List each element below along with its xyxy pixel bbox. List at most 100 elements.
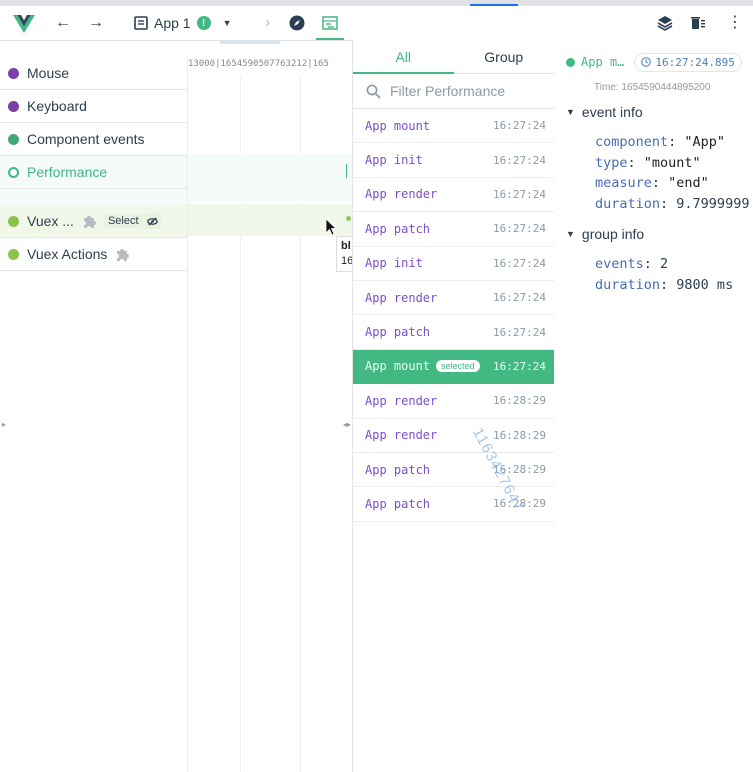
group-info-toggle[interactable]: ▼ group info (566, 222, 753, 246)
layer-color-dot (8, 215, 19, 227)
kv-key: type (595, 154, 628, 171)
layer-select-button[interactable]: Select (103, 214, 143, 228)
layer-label: Performance (27, 164, 108, 180)
selected-badge: selected (436, 360, 480, 373)
layer-mouse[interactable]: Mouse (0, 57, 187, 90)
event-row[interactable]: App mount 16:27:24 (353, 109, 554, 144)
event-time: 16:27:24 (493, 291, 546, 305)
event-row[interactable]: App render 16:28:29 (353, 384, 554, 419)
event-time: 16:27:24 (493, 325, 546, 339)
split-handle-icon[interactable]: ◂▸ (343, 420, 351, 429)
layer-color-dot (8, 133, 19, 145)
layer-component-events[interactable]: Component events (0, 123, 187, 156)
tab-group[interactable]: Group (454, 40, 555, 73)
layer-performance[interactable]: Performance (0, 156, 187, 189)
event-label: App render (365, 187, 438, 202)
plugin-puzzle-icon (83, 216, 96, 228)
event-time: 16:27:24 (493, 222, 546, 236)
tooltip-title: bl (341, 240, 351, 252)
search-icon (366, 84, 381, 99)
timeline-ruler: 13000|1654590507763212|165 (188, 59, 329, 69)
layers-icon[interactable] (657, 15, 673, 31)
inspector-color-dot (566, 57, 575, 67)
inspector-time-line: Time: 1654590444895200 (594, 82, 711, 93)
eye-off-icon[interactable] (144, 213, 161, 229)
event-label: App patch (365, 462, 431, 477)
clear-trash-icon[interactable] (690, 15, 706, 31)
caret-down-icon: ▼ (222, 18, 232, 28)
event-row[interactable]: App init 16:27:24 (353, 247, 554, 281)
event-time: 16:28:29 (493, 463, 546, 477)
more-vertical-icon[interactable]: ⋮ (727, 6, 743, 40)
filter-input[interactable] (390, 83, 540, 99)
event-row-selected[interactable]: App mount selected 16:27:24 (353, 349, 554, 385)
event-label: App render (365, 428, 438, 443)
layer-color-dot (8, 248, 19, 260)
section-title: group info (581, 226, 645, 242)
event-row[interactable]: App patch 16:27:24 (353, 315, 554, 350)
kv-duration: duration: 9.7999999 (595, 195, 750, 212)
clock-icon (641, 57, 652, 67)
timeline-tab-indicator (316, 38, 344, 40)
app-warning-badge: ! (196, 16, 211, 30)
event-label: App render (365, 393, 438, 408)
compass-icon[interactable] (289, 15, 305, 31)
kv-type: type: "mount" (595, 154, 701, 171)
event-label-group: App mount selected (365, 359, 480, 373)
time-chip[interactable]: 16:27:24.895 (634, 52, 742, 72)
event-row[interactable]: App render 16:27:24 (353, 178, 554, 213)
kv-events: events: 2 (595, 256, 669, 272)
event-row[interactable]: App init 16:27:24 (353, 143, 554, 178)
event-row[interactable]: App patch 16:27:24 (353, 212, 554, 247)
layer-label: Keyboard (27, 98, 87, 114)
group-info-section: ▼ group info events: 2 duration: 9800 ms (554, 222, 753, 295)
event-info-toggle[interactable]: ▼ event info (566, 100, 753, 124)
kv-measure: measure: "end" (595, 175, 709, 191)
event-label: App patch (365, 496, 431, 511)
devtools-toolbar: ← → App 1 ! ▼ › ⋮ (0, 6, 753, 41)
triangle-down-icon: ▼ (566, 107, 575, 117)
layer-vuex-mutations[interactable]: Vuex ... Select (0, 205, 187, 238)
collapse-left-icon[interactable]: ▸ (2, 420, 6, 429)
app-selector[interactable]: App 1 ! ▼ (134, 6, 232, 40)
event-row[interactable]: App patch 16:28:29 (353, 487, 554, 522)
timeline-layers-list: Mouse Keyboard Component events Performa… (0, 57, 187, 271)
timeline-scrollbar[interactable] (220, 40, 280, 44)
kv-group-duration: duration: 9800 ms (595, 276, 734, 293)
event-row[interactable]: App render 16:28:29 (353, 419, 554, 453)
timeline-icon[interactable] (322, 15, 338, 31)
plugin-puzzle-icon (117, 249, 130, 261)
kv-value: "end" (668, 175, 709, 191)
timeline-tooltip: bl 16 (336, 236, 352, 272)
events-panel: All Group App mount 16:27:24 App init 16… (352, 40, 555, 772)
tab-all[interactable]: All (353, 40, 454, 74)
layer-label: Vuex Actions (27, 246, 108, 262)
event-info-section: ▼ event info component: "App" type: "mou… (554, 100, 753, 214)
event-time: 16:28:29 (493, 497, 546, 511)
kv-value: "App" (684, 134, 726, 150)
layer-vuex-actions[interactable]: Vuex Actions (0, 238, 187, 271)
kv-key: duration (595, 195, 661, 212)
event-label: App mount (365, 118, 431, 133)
time-chip-label: 16:27:24.895 (655, 55, 735, 69)
inspector-header: App m… 16:27:24.895 (554, 40, 753, 84)
layer-label: Vuex ... (27, 213, 74, 229)
event-time: 16:27:24 (493, 119, 546, 133)
inspector-title: App m… (581, 55, 625, 69)
event-time: 16:27:24 (493, 153, 546, 167)
event-row[interactable]: App patch 16:28:29 (353, 453, 554, 488)
event-time: 16:27:24 (493, 187, 546, 201)
event-row[interactable]: App render 16:27:24 (353, 281, 554, 316)
timeline-event-point[interactable] (346, 216, 351, 221)
event-label: App render (365, 290, 438, 305)
timeline-event-mark[interactable] (346, 164, 347, 178)
back-arrow-icon[interactable]: ← (55, 6, 71, 40)
event-label: App patch (365, 325, 431, 340)
kv-key: events (595, 256, 644, 272)
layer-keyboard[interactable]: Keyboard (0, 90, 187, 123)
kv-value: 9800 ms (676, 276, 734, 293)
forward-arrow-icon[interactable]: → (88, 6, 104, 40)
kv-value: "mount" (643, 154, 701, 171)
